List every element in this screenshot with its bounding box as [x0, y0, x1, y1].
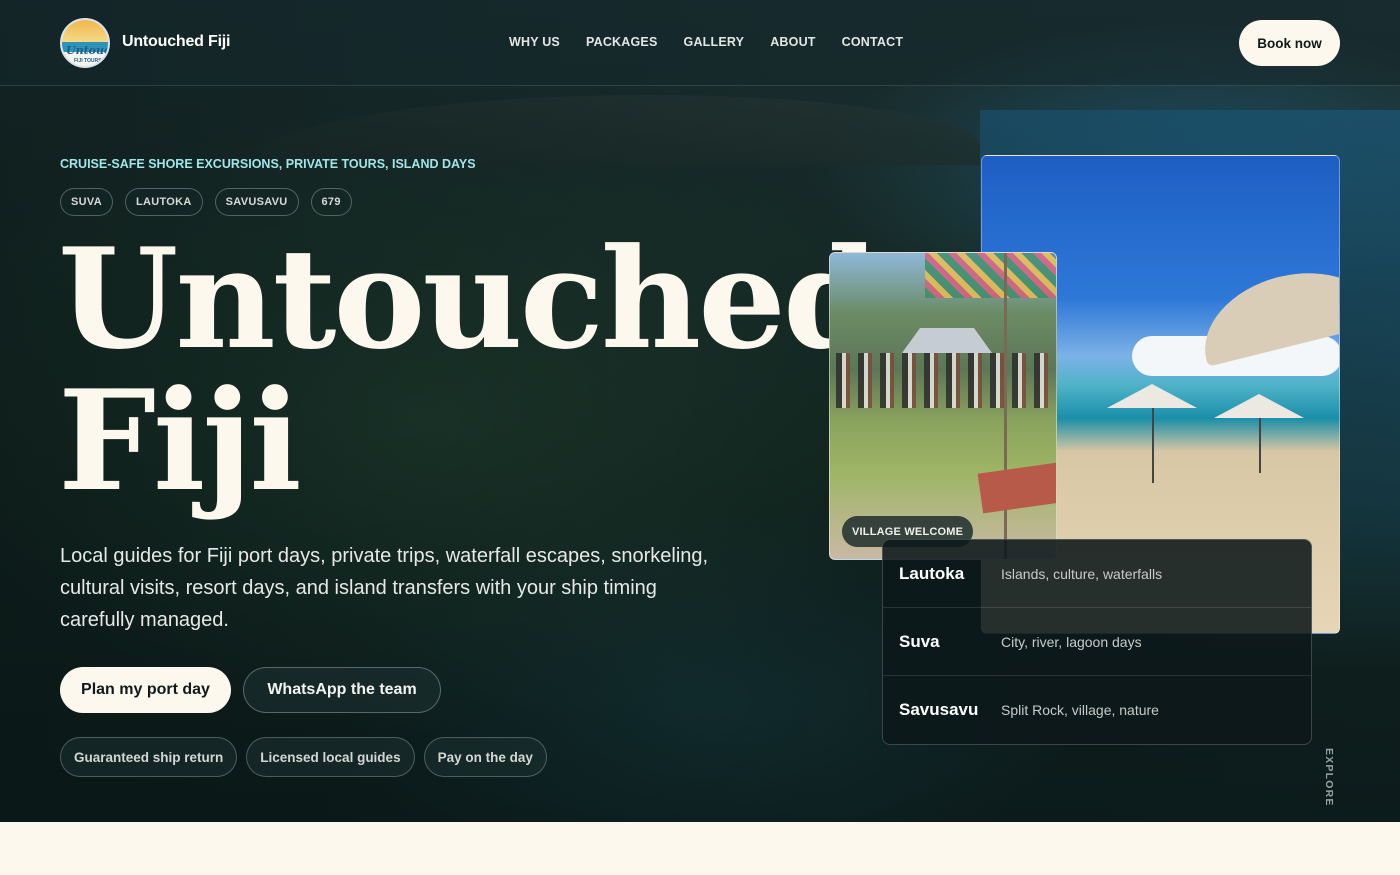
nav-link-contact[interactable]: CONTACT [842, 35, 904, 49]
explore-row-savusavu[interactable]: Savusavu Split Rock, village, nature [883, 676, 1311, 744]
beach-umbrella-pole [1259, 418, 1261, 473]
village-mat [977, 462, 1056, 514]
village-dancers [836, 353, 1051, 408]
hero-title-line2: Fiji [58, 359, 302, 522]
chip-savusavu[interactable]: SAVUSAVU [214, 188, 299, 216]
chip-suva[interactable]: SUVA [60, 188, 113, 216]
nav-link-about[interactable]: ABOUT [770, 35, 815, 49]
nav-link-gallery[interactable]: GALLERY [684, 35, 745, 49]
hero-title: Untouched Fiji [58, 217, 879, 522]
plan-port-day-button[interactable]: Plan my port day [60, 667, 231, 713]
village-cloth [925, 253, 1056, 298]
explore-desc: Split Rock, village, nature [1001, 702, 1159, 718]
explore-port: Suva [899, 631, 940, 651]
nav-link-packages[interactable]: PACKAGES [586, 35, 658, 49]
hero-eyebrow: CRUISE-SAFE SHORE EXCURSIONS, PRIVATE TO… [60, 157, 476, 171]
logo-script: Untouched [66, 44, 110, 57]
trust-badges: Guaranteed ship return Licensed local gu… [60, 737, 547, 777]
nav-links: WHY US PACKAGES GALLERY ABOUT CONTACT [509, 35, 903, 49]
logo-subtext: FIJI TOURS [74, 58, 102, 64]
explore-desc: City, river, lagoon days [1001, 633, 1142, 650]
explore-panel: Lautoka Islands, culture, waterfalls Suv… [882, 539, 1312, 745]
brand-name[interactable]: Untouched Fiji [122, 33, 231, 51]
explore-port: Savusavu [899, 700, 979, 719]
explore-row-suva[interactable]: Suva City, river, lagoon days [883, 608, 1311, 676]
top-nav: Untouched FIJI TOURS Untouched Fiji WHY … [0, 0, 1400, 86]
badge-pay-on-day: Pay on the day [423, 737, 547, 777]
explore-row-lautoka[interactable]: Lautoka Islands, culture, waterfalls [883, 540, 1311, 608]
location-chips: SUVA LAUTOKA SAVUSAVU 679 [60, 188, 352, 216]
whatsapp-button[interactable]: WhatsApp the team [243, 667, 441, 713]
explore-scroll-label[interactable]: EXPLORE [1323, 748, 1335, 807]
explore-port: Lautoka [899, 563, 965, 583]
nav-link-why-us[interactable]: WHY US [509, 35, 560, 49]
village-photo [829, 252, 1057, 560]
badge-ship-return: Guaranteed ship return [60, 737, 238, 777]
beach-umbrella-pole [1152, 408, 1154, 483]
village-tent [902, 328, 992, 353]
brand-logo[interactable]: Untouched FIJI TOURS [60, 18, 110, 68]
logo-sky [62, 20, 108, 42]
village-pole [1004, 253, 1007, 559]
explore-desc: Islands, culture, waterfalls [1001, 565, 1163, 582]
beach-umbrella [1214, 394, 1304, 418]
hero-lead: Local guides for Fiji port days, private… [60, 545, 709, 631]
chip-679[interactable]: 679 [310, 188, 352, 216]
book-now-button[interactable]: Book now [1239, 20, 1340, 66]
chip-lautoka[interactable]: LAUTOKA [124, 188, 203, 216]
badge-licensed-guides: Licensed local guides [246, 737, 415, 777]
beach-umbrella [1107, 384, 1197, 408]
hero-title-line1: Untouched [58, 217, 879, 380]
